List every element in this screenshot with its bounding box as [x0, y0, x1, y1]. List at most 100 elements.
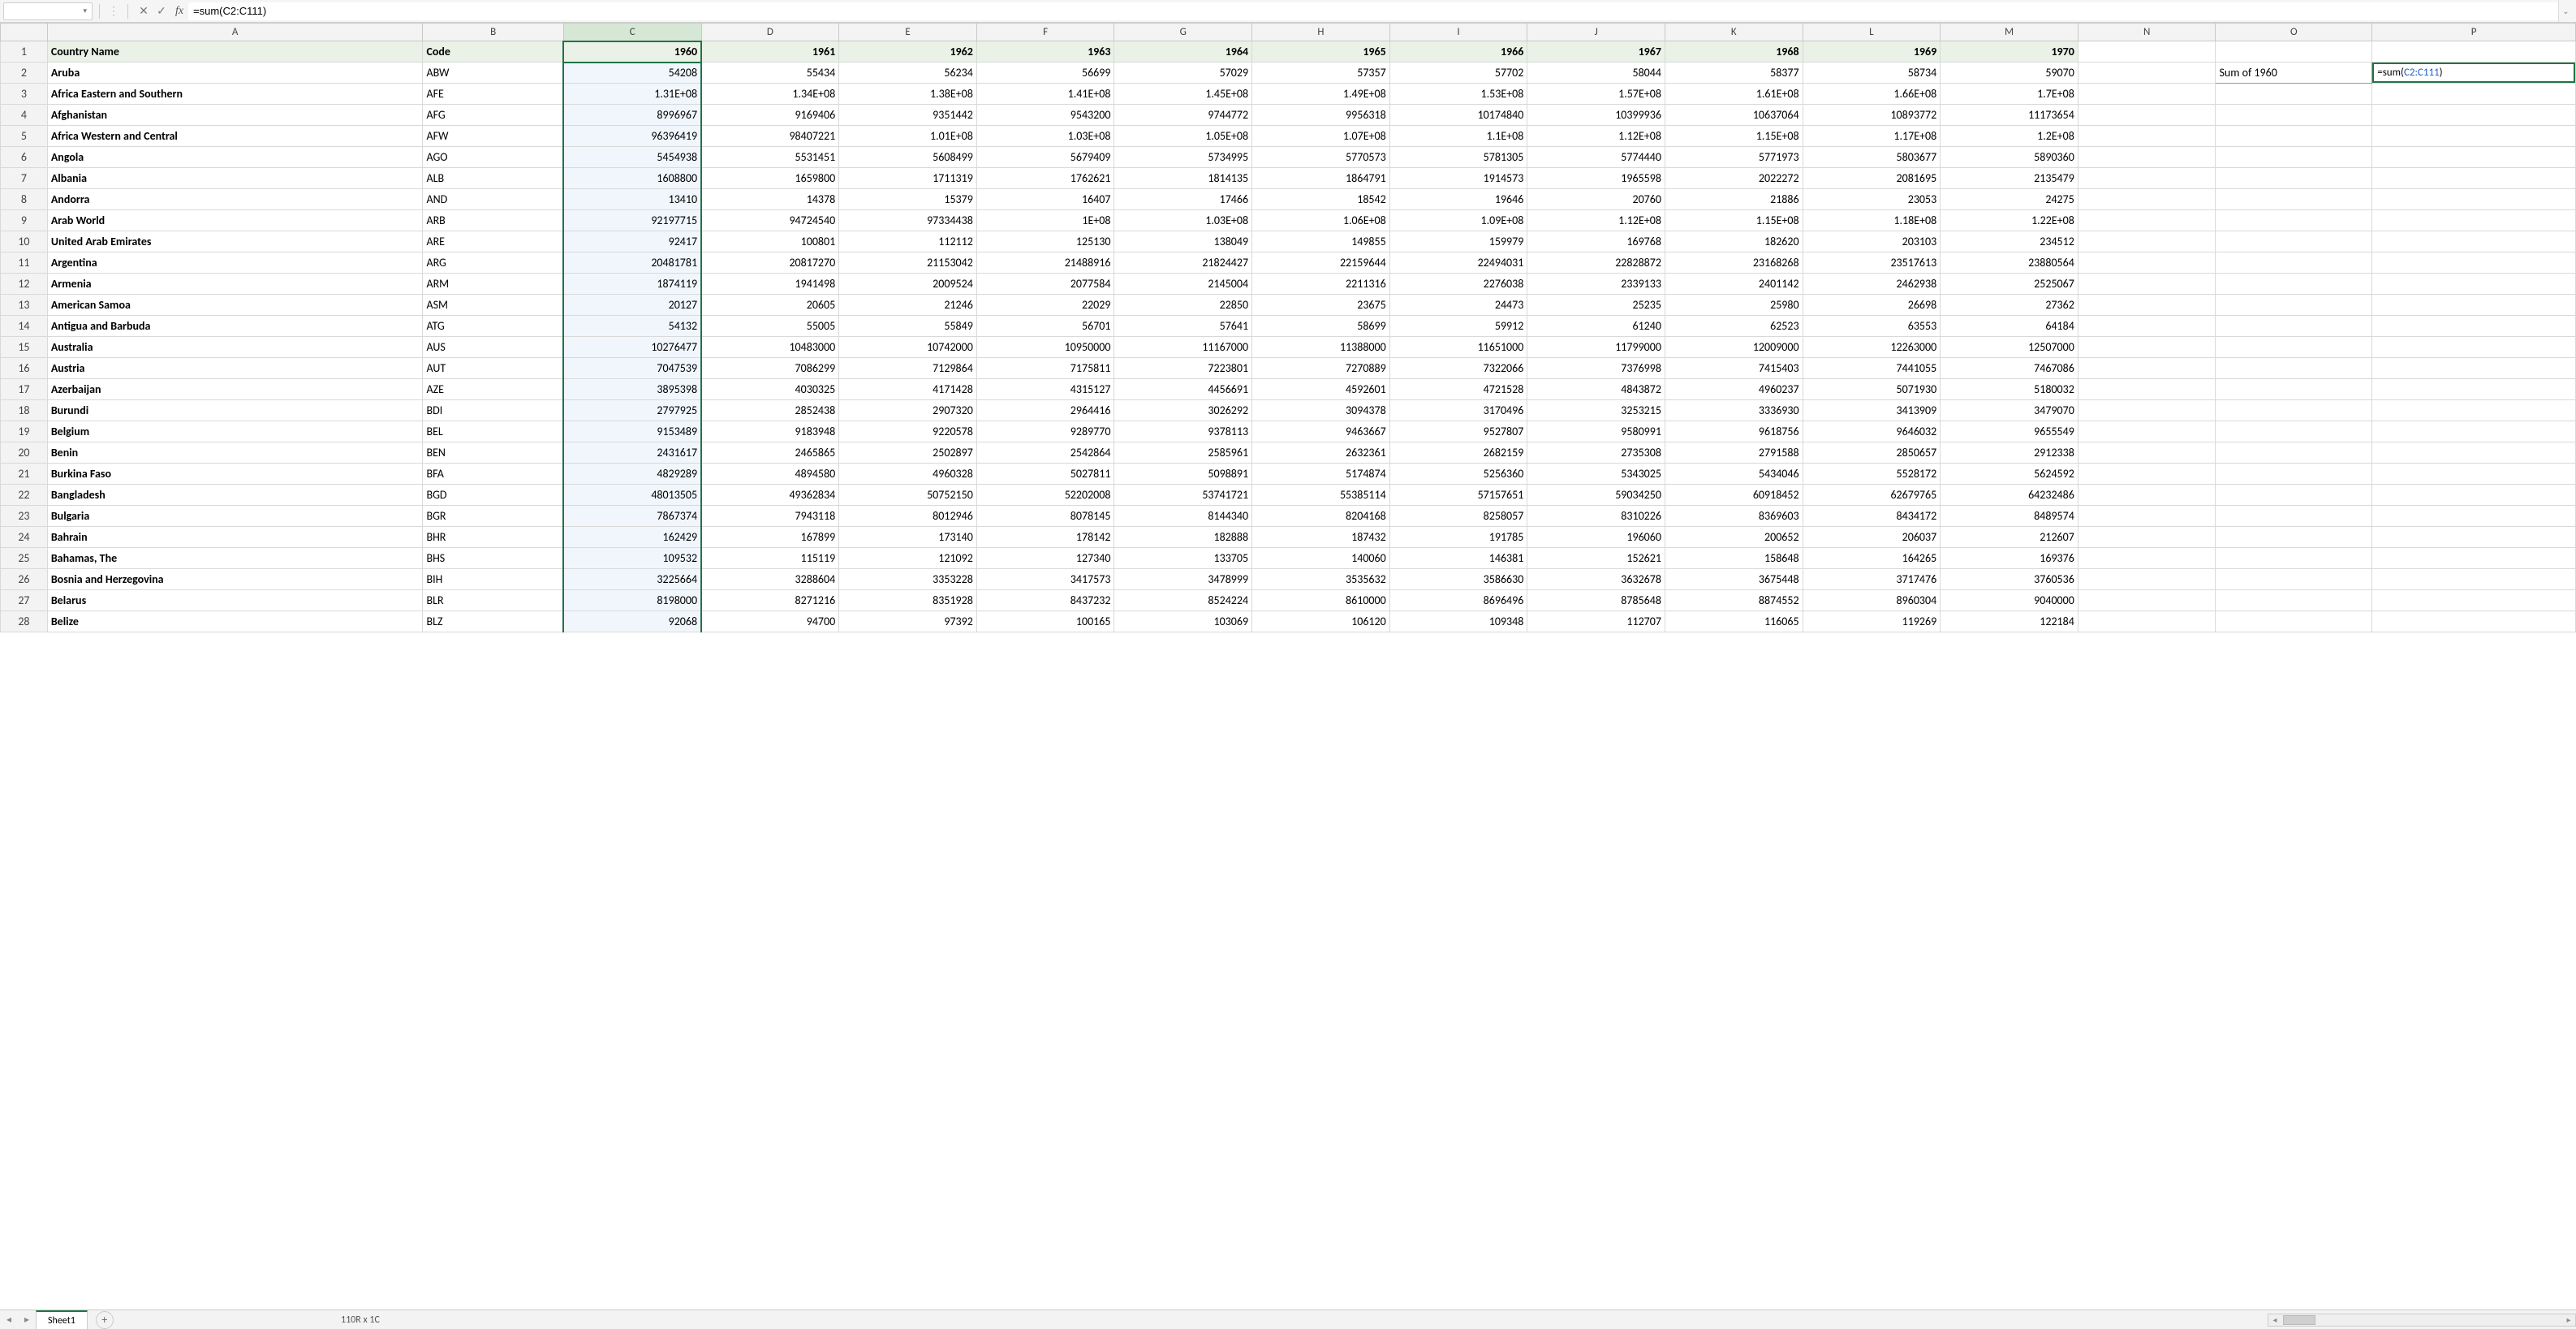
cell-P25[interactable]	[2372, 548, 2576, 569]
cell-E3[interactable]: 1.38E+08	[839, 84, 977, 105]
cell-L12[interactable]: 2462938	[1803, 274, 1941, 295]
cell-A19[interactable]: Belgium	[47, 421, 423, 442]
cell-M5[interactable]: 1.2E+08	[1941, 126, 2078, 147]
cell-B21[interactable]: BFA	[423, 464, 563, 485]
row-header[interactable]: 2	[1, 63, 48, 84]
cell-H12[interactable]: 2211316	[1252, 274, 1390, 295]
cell-C24[interactable]: 162429	[563, 527, 701, 548]
cell-B9[interactable]: ARB	[423, 210, 563, 231]
cell-F13[interactable]: 22029	[976, 295, 1114, 316]
cell-P22[interactable]	[2372, 485, 2576, 506]
cell-N20[interactable]	[2078, 442, 2216, 464]
cell-D15[interactable]: 10483000	[701, 337, 839, 358]
cell-B10[interactable]: ARE	[423, 231, 563, 252]
cell-L20[interactable]: 2850657	[1803, 442, 1941, 464]
cell-P14[interactable]	[2372, 316, 2576, 337]
cell-D28[interactable]: 94700	[701, 611, 839, 632]
cell-I11[interactable]: 22494031	[1389, 252, 1527, 274]
cell-J2[interactable]: 58044	[1527, 63, 1665, 84]
cell-N19[interactable]	[2078, 421, 2216, 442]
col-header-C[interactable]: C	[563, 24, 701, 41]
cell-N3[interactable]	[2078, 84, 2216, 105]
cell-K1[interactable]: 1968	[1665, 41, 1803, 63]
cell-H25[interactable]: 140060	[1252, 548, 1390, 569]
col-header-G[interactable]: G	[1114, 24, 1252, 41]
cell-I5[interactable]: 1.1E+08	[1389, 126, 1527, 147]
cell-P23[interactable]	[2372, 506, 2576, 527]
cell-M25[interactable]: 169376	[1941, 548, 2078, 569]
cell-D12[interactable]: 1941498	[701, 274, 839, 295]
cell-P13[interactable]	[2372, 295, 2576, 316]
cell-G15[interactable]: 11167000	[1114, 337, 1252, 358]
cell-C27[interactable]: 8198000	[563, 590, 701, 611]
cell-N15[interactable]	[2078, 337, 2216, 358]
col-header-I[interactable]: I	[1389, 24, 1527, 41]
cell-M9[interactable]: 1.22E+08	[1941, 210, 2078, 231]
cell-K26[interactable]: 3675448	[1665, 569, 1803, 590]
row-header[interactable]: 21	[1, 464, 48, 485]
cell-H28[interactable]: 106120	[1252, 611, 1390, 632]
cell-I7[interactable]: 1914573	[1389, 168, 1527, 189]
horizontal-scrollbar[interactable]: ◂ ▸	[2268, 1314, 2576, 1327]
cell-G22[interactable]: 53741721	[1114, 485, 1252, 506]
cell-D17[interactable]: 4030325	[701, 379, 839, 400]
cell-J11[interactable]: 22828872	[1527, 252, 1665, 274]
cell-A14[interactable]: Antigua and Barbuda	[47, 316, 423, 337]
cell-I13[interactable]: 24473	[1389, 295, 1527, 316]
cell-F23[interactable]: 8078145	[976, 506, 1114, 527]
cell-J1[interactable]: 1967	[1527, 41, 1665, 63]
cell-H14[interactable]: 58699	[1252, 316, 1390, 337]
cell-M21[interactable]: 5624592	[1941, 464, 2078, 485]
cell-N16[interactable]	[2078, 358, 2216, 379]
cell-L18[interactable]: 3413909	[1803, 400, 1941, 421]
row-header[interactable]: 19	[1, 421, 48, 442]
cell-C5[interactable]: 96396419	[563, 126, 701, 147]
cell-O13[interactable]	[2216, 295, 2372, 316]
cell-I4[interactable]: 10174840	[1389, 105, 1527, 126]
cell-O16[interactable]	[2216, 358, 2372, 379]
cell-O3[interactable]	[2216, 84, 2372, 105]
cell-E28[interactable]: 97392	[839, 611, 977, 632]
cell-L4[interactable]: 10893772	[1803, 105, 1941, 126]
cell-O23[interactable]	[2216, 506, 2372, 527]
row-header[interactable]: 9	[1, 210, 48, 231]
cell-B28[interactable]: BLZ	[423, 611, 563, 632]
cell-C14[interactable]: 54132	[563, 316, 701, 337]
cell-A5[interactable]: Africa Western and Central	[47, 126, 423, 147]
cell-A27[interactable]: Belarus	[47, 590, 423, 611]
cell-F10[interactable]: 125130	[976, 231, 1114, 252]
cell-P11[interactable]	[2372, 252, 2576, 274]
col-header-D[interactable]: D	[701, 24, 839, 41]
cell-G19[interactable]: 9378113	[1114, 421, 1252, 442]
col-header-J[interactable]: J	[1527, 24, 1665, 41]
formula-input[interactable]	[188, 2, 2558, 20]
select-all-corner[interactable]	[1, 24, 48, 41]
cell-F28[interactable]: 100165	[976, 611, 1114, 632]
cell-P15[interactable]	[2372, 337, 2576, 358]
cell-B17[interactable]: AZE	[423, 379, 563, 400]
cell-K20[interactable]: 2791588	[1665, 442, 1803, 464]
cell-H1[interactable]: 1965	[1252, 41, 1390, 63]
cell-B25[interactable]: BHS	[423, 548, 563, 569]
cell-B8[interactable]: AND	[423, 189, 563, 210]
cell-C6[interactable]: 5454938	[563, 147, 701, 168]
cell-P28[interactable]	[2372, 611, 2576, 632]
cell-B4[interactable]: AFG	[423, 105, 563, 126]
cell-P21[interactable]	[2372, 464, 2576, 485]
cell-B5[interactable]: AFW	[423, 126, 563, 147]
cell-I15[interactable]: 11651000	[1389, 337, 1527, 358]
cell-B11[interactable]: ARG	[423, 252, 563, 274]
cell-M11[interactable]: 23880564	[1941, 252, 2078, 274]
cell-I6[interactable]: 5781305	[1389, 147, 1527, 168]
cell-K16[interactable]: 7415403	[1665, 358, 1803, 379]
cell-D1[interactable]: 1961	[701, 41, 839, 63]
cell-K23[interactable]: 8369603	[1665, 506, 1803, 527]
cell-B6[interactable]: AGO	[423, 147, 563, 168]
cell-J17[interactable]: 4843872	[1527, 379, 1665, 400]
cell-C17[interactable]: 3895398	[563, 379, 701, 400]
menu-dots-icon[interactable]: ⋮	[108, 4, 119, 18]
row-header[interactable]: 27	[1, 590, 48, 611]
cell-K11[interactable]: 23168268	[1665, 252, 1803, 274]
cell-G20[interactable]: 2585961	[1114, 442, 1252, 464]
cell-N9[interactable]	[2078, 210, 2216, 231]
